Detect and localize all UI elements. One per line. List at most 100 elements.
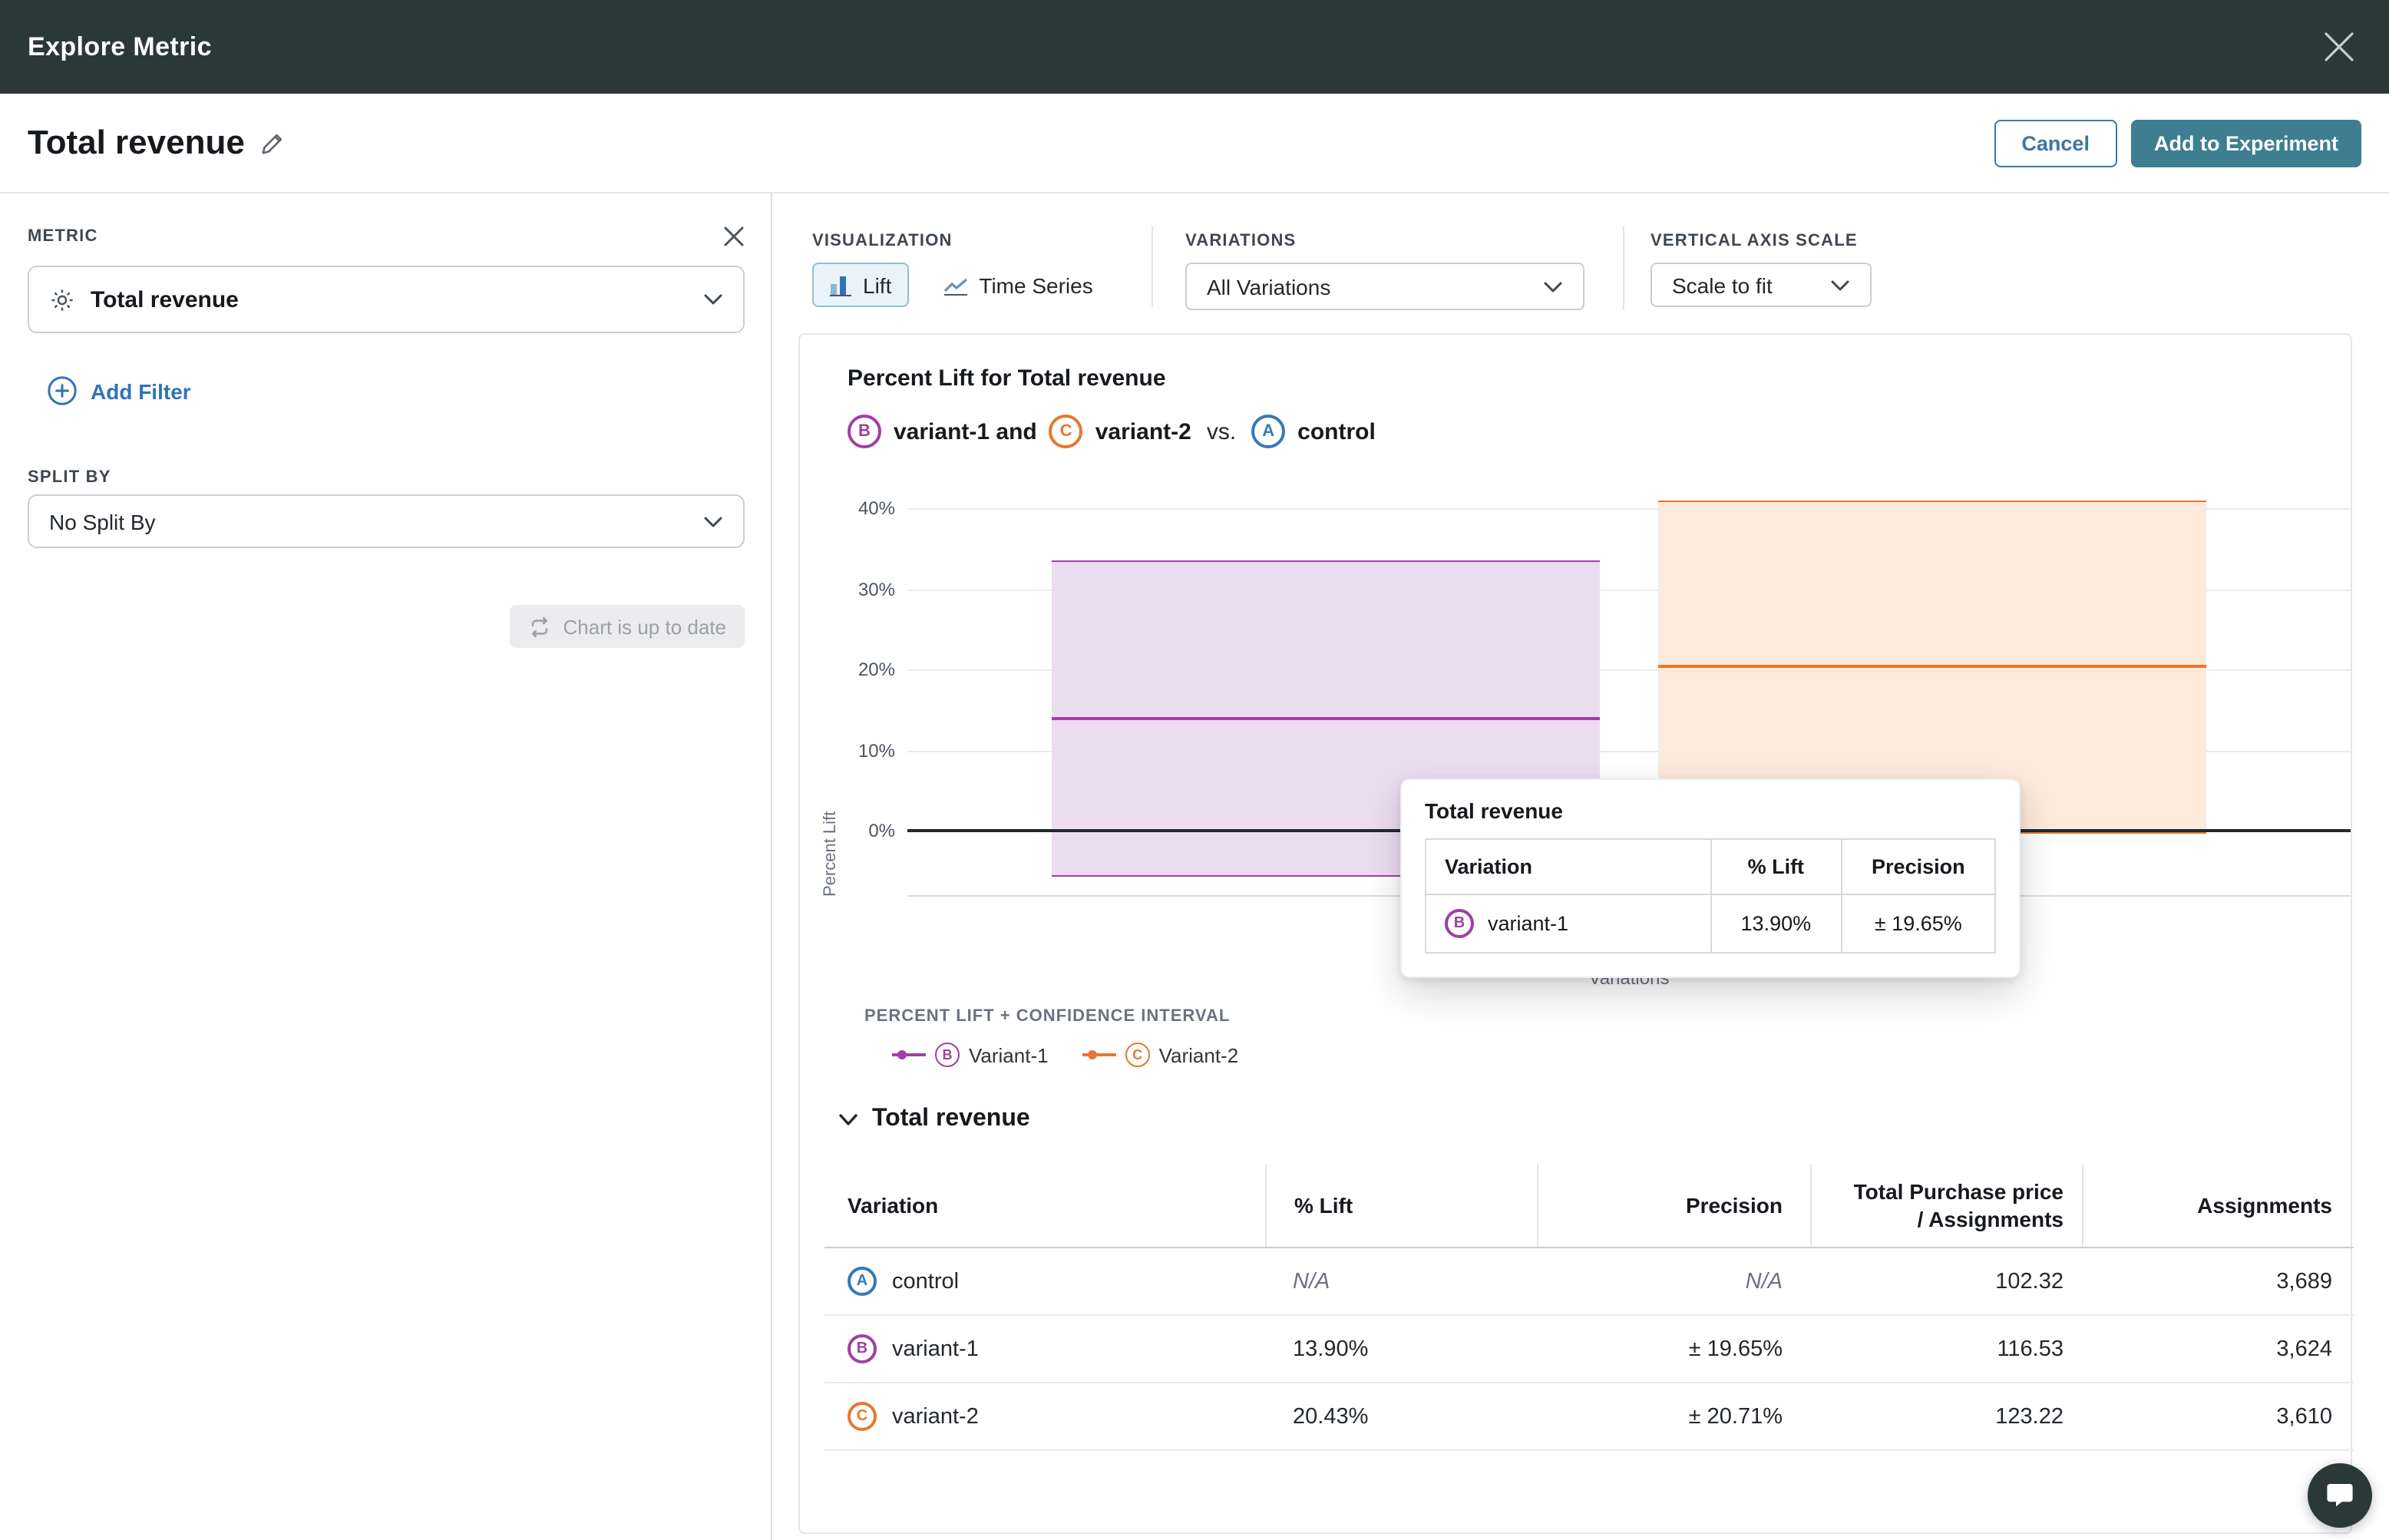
tooltip-col-precision: Precision: [1842, 839, 1995, 894]
vs-label: vs.: [1207, 418, 1236, 444]
results-section-title: Total revenue: [872, 1105, 1030, 1133]
close-button[interactable]: [2312, 21, 2364, 73]
chart-title: Percent Lift for Total revenue: [848, 365, 2351, 392]
axis-scale-value: Scale to fit: [1672, 273, 1773, 297]
lift-value: N/A: [1265, 1269, 1537, 1294]
tooltip-table: Variation % Lift Precision Bvariant-1 13…: [1425, 838, 1996, 953]
line-chart-icon: [942, 274, 968, 296]
add-to-experiment-button[interactable]: Add to Experiment: [2131, 119, 2361, 167]
bar-chart-icon: [829, 273, 852, 296]
col-assignments: Assignments: [2082, 1164, 2354, 1247]
metric-select[interactable]: Total revenue: [28, 266, 745, 333]
tooltip-variation: variant-1: [1488, 912, 1568, 935]
add-filter-button[interactable]: Add Filter: [48, 376, 191, 405]
ci-line-glyph: [1082, 1047, 1116, 1062]
lift-mean-line-variant-1: [1052, 717, 1600, 720]
col-variation: Variation: [824, 1164, 1265, 1247]
legend-variant-2-label: Variant-2: [1159, 1043, 1239, 1066]
chevron-down-icon: [1543, 280, 1563, 292]
plus-circle-icon: [48, 376, 77, 405]
chart-controls: VISUALIZATION Lift Time Series VARIATION: [772, 193, 2389, 310]
results-section-toggle[interactable]: Total revenue: [838, 1105, 1030, 1133]
metric-title: Total revenue: [28, 123, 245, 163]
table-row: Acontrol N/A N/A 102.32 3,689: [824, 1248, 2354, 1316]
col-precision: Precision: [1537, 1164, 1810, 1247]
variant-b-badge: B: [935, 1043, 960, 1067]
variations-select-value: All Variations: [1207, 274, 1330, 299]
close-icon: [723, 226, 745, 247]
chart-status-button[interactable]: Chart is up to date: [510, 605, 745, 648]
legend-item-variant-2: C Variant-2: [1082, 1043, 1239, 1067]
metric-section-label: METRIC: [28, 227, 98, 246]
assignments-value: 3,689: [2082, 1269, 2354, 1294]
split-by-label: SPLIT BY: [28, 468, 745, 487]
tooltip-col-lift: % Lift: [1710, 839, 1842, 894]
results-table-header: Variation % Lift Precision Total Purchas…: [824, 1164, 2354, 1248]
legend-item-variant-1: B Variant-1: [892, 1043, 1049, 1067]
metric-value: 102.32: [1810, 1269, 2082, 1294]
edit-metric-name-button[interactable]: [260, 130, 286, 156]
split-by-select[interactable]: No Split By: [28, 494, 745, 548]
table-row: Bvariant-1 13.90% ± 19.65% 116.53 3,624: [824, 1316, 2354, 1383]
chevron-down-icon: [703, 515, 723, 527]
chat-launcher[interactable]: [2308, 1463, 2372, 1528]
tab-time-series[interactable]: Time Series: [925, 263, 1109, 307]
visualization-label: VISUALIZATION: [812, 232, 953, 250]
results-table: Variation % Lift Precision Total Purchas…: [824, 1164, 2354, 1451]
variations-label: VARIATIONS: [1185, 232, 1296, 250]
metric-config-panel: METRIC Total revenue Add Filter SPLIT BY…: [0, 193, 772, 1540]
metric-value: 116.53: [1810, 1337, 2082, 1361]
variant-b-badge: B: [1445, 909, 1474, 938]
tooltip-col-variation: Variation: [1426, 839, 1710, 894]
assignments-value: 3,610: [2082, 1404, 2354, 1429]
lift-value: 20.43%: [1265, 1404, 1537, 1429]
tooltip-row: Bvariant-1 13.90% ± 19.65%: [1426, 894, 1995, 953]
close-metric-panel-button[interactable]: [723, 226, 745, 247]
variant-b-badge: B: [848, 1334, 877, 1363]
chart-comparison-legend: B variant-1 and C variant-2 vs. A contro…: [848, 415, 2351, 448]
tab-time-series-label: Time Series: [979, 273, 1092, 297]
axis-scale-label: VERTICAL AXIS SCALE: [1650, 232, 1858, 250]
chat-icon: [2325, 1480, 2355, 1511]
tooltip-title: Total revenue: [1425, 798, 1996, 823]
control-badge: A: [1251, 415, 1285, 448]
metric-select-value: Total revenue: [91, 286, 239, 312]
ci-line-glyph: [892, 1047, 926, 1062]
ci-legend: B Variant-1 C Variant-2: [892, 1043, 2351, 1067]
precision-value: ± 20.71%: [1537, 1404, 1810, 1429]
col-value-per-assignment: Total Purchase price / Assignments: [1810, 1164, 2082, 1247]
metric-value: 123.22: [1810, 1404, 2082, 1429]
tab-lift[interactable]: Lift: [812, 263, 908, 307]
close-icon: [2321, 29, 2356, 64]
variant-c-badge: C: [1125, 1043, 1150, 1067]
variations-select[interactable]: All Variations: [1185, 263, 1584, 310]
chart-status-label: Chart is up to date: [563, 615, 726, 638]
variant-c-badge: C: [848, 1402, 877, 1431]
variant-b-name: variant-1 and: [894, 418, 1037, 444]
ci-legend-label: PERCENT LIFT + CONFIDENCE INTERVAL: [864, 1007, 2351, 1026]
variation-name: control: [892, 1269, 959, 1294]
refresh-icon: [528, 615, 551, 638]
control-badge: A: [848, 1267, 877, 1296]
tooltip-lift-value: 13.90%: [1710, 894, 1842, 953]
chevron-down-icon: [838, 1112, 858, 1126]
variant-c-name: variant-2: [1095, 418, 1191, 444]
topbar: Explore Metric: [0, 0, 2389, 94]
modal-title: Explore Metric: [28, 31, 212, 62]
precision-value: N/A: [1537, 1269, 1810, 1294]
tooltip-precision-value: ± 19.65%: [1842, 894, 1995, 953]
control-name: control: [1297, 418, 1376, 444]
chevron-down-icon: [703, 293, 723, 306]
chart-card: Percent Lift for Total revenue B variant…: [798, 333, 2352, 1534]
add-filter-label: Add Filter: [91, 378, 191, 403]
page-header: Total revenue Cancel Add to Experiment: [0, 94, 2389, 192]
axis-scale-select[interactable]: Scale to fit: [1650, 263, 1872, 307]
cancel-button[interactable]: Cancel: [1994, 119, 2117, 167]
pencil-icon: [260, 130, 286, 156]
variant-c-badge: C: [1049, 415, 1083, 448]
split-by-value: No Split By: [49, 509, 156, 534]
tab-lift-label: Lift: [863, 273, 891, 297]
legend-variant-1-label: Variant-1: [969, 1043, 1049, 1066]
explore-main: VISUALIZATION Lift Time Series VARIATION: [772, 193, 2389, 1540]
variation-name: variant-2: [892, 1404, 979, 1429]
